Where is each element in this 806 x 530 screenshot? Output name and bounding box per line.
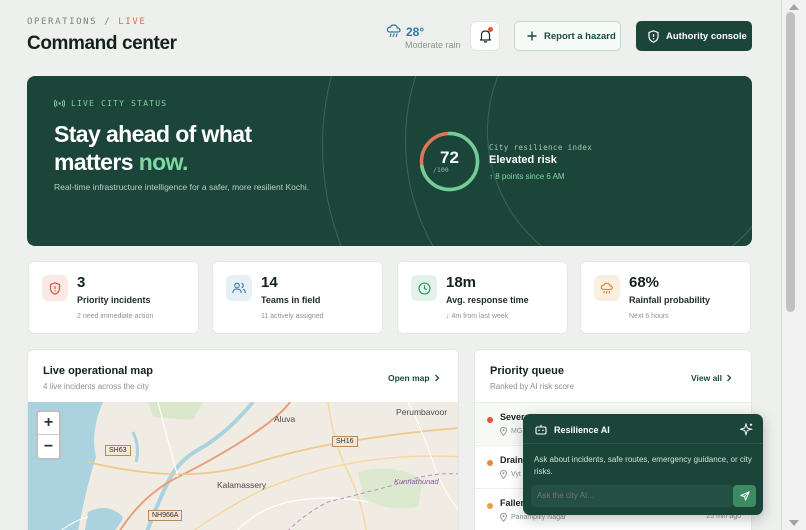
map-pin-icon	[500, 513, 507, 522]
queue-item-location: MG	[500, 427, 522, 436]
notification-badge	[488, 27, 493, 32]
scrollbar-thumb[interactable]	[786, 12, 795, 312]
rain-cloud-icon	[594, 275, 620, 301]
resilience-score: 72	[440, 148, 459, 167]
stat-label: Priority incidents	[77, 295, 151, 305]
ai-send-button[interactable]	[733, 485, 756, 507]
breadcrumb: OPERATIONS / LIVE	[27, 17, 146, 27]
authority-console-label: Authority console	[666, 30, 747, 42]
severity-dot	[487, 460, 493, 466]
queue-subtitle: Ranked by AI risk score	[490, 382, 575, 391]
resilience-score-max: /100	[433, 166, 449, 174]
authority-console-button[interactable]: Authority console	[636, 21, 752, 51]
stat-value: 3	[77, 274, 86, 291]
hero-headline: Stay ahead of what matters now.	[54, 121, 252, 175]
stat-value: 14	[261, 274, 278, 291]
map-place-label: Kalamassery	[217, 480, 267, 490]
stat-value: 68%	[629, 274, 660, 291]
hero-status-card: LIVE CITY STATUS Stay ahead of what matt…	[27, 76, 752, 246]
map-road-shield: SH16	[332, 436, 358, 447]
users-icon	[226, 275, 252, 301]
stat-label: Avg. response time	[446, 295, 529, 305]
shield-alert-icon	[42, 275, 68, 301]
stat-card-rainfall: 68% Rainfall probability Next 6 hours	[580, 261, 751, 334]
chevron-right-icon	[434, 374, 439, 382]
live-status-label: LIVE CITY STATUS	[54, 99, 167, 108]
stat-subtext: 2 need immediate action	[77, 313, 154, 320]
weather-temperature: 28°	[406, 25, 425, 39]
breadcrumb-live: LIVE	[118, 17, 147, 27]
zoom-out-button[interactable]: −	[38, 435, 59, 458]
hero-subtitle: Real-time infrastructure intelligence fo…	[54, 182, 310, 192]
weather-description: Moderate rain	[405, 40, 461, 50]
open-map-link[interactable]: Open map	[388, 373, 440, 383]
map-subtitle: 4 live incidents across the city	[43, 382, 149, 391]
queue-item-location: Vyt	[500, 470, 521, 479]
ai-popup-header: Resilience AI	[523, 414, 763, 444]
page-title: Command center	[27, 33, 177, 54]
stat-card-teams: 14 Teams in field 11 actively assigned	[212, 261, 383, 334]
severity-dot	[487, 503, 493, 509]
scroll-down-arrow[interactable]	[789, 520, 799, 526]
report-hazard-button[interactable]: Report a hazard	[514, 21, 621, 51]
stat-card-response: 18m Avg. response time ↓ 4m from last we…	[397, 261, 568, 334]
map-place-label: Kunnathunad	[394, 477, 439, 486]
risk-level: Elevated risk	[489, 154, 557, 166]
stat-value: 18m	[446, 274, 477, 291]
map-zoom-control: + −	[36, 410, 61, 460]
operational-map-panel: Live operational map 4 live incidents ac…	[27, 349, 459, 530]
map-place-label: Perumbavoor	[396, 407, 448, 417]
ai-title: Resilience AI	[554, 425, 610, 435]
page-scrollbar[interactable]	[781, 0, 806, 530]
ai-description: Ask about incidents, safe routes, emerge…	[534, 455, 752, 476]
sparkle-icon[interactable]	[740, 423, 753, 436]
stat-subtext: 11 actively assigned	[261, 313, 324, 320]
rain-cloud-icon	[386, 24, 401, 38]
notifications-button[interactable]	[470, 21, 500, 51]
stat-subtext: ↓ 4m from last week	[446, 313, 509, 320]
queue-title: Priority queue	[490, 365, 564, 377]
map-pin-icon	[500, 427, 507, 436]
view-all-link[interactable]: View all	[691, 373, 732, 383]
chevron-right-icon	[727, 374, 732, 382]
shield-icon	[648, 29, 659, 43]
hero-headline-accent: now.	[138, 149, 189, 175]
send-icon	[739, 491, 750, 501]
scroll-up-arrow[interactable]	[789, 4, 799, 10]
stat-label: Rainfall probability	[629, 295, 711, 305]
map-canvas[interactable]	[28, 402, 459, 530]
breadcrumb-section: OPERATIONS	[27, 17, 98, 27]
stat-card-incidents: 3 Priority incidents 2 need immediate ac…	[28, 261, 199, 334]
broadcast-icon	[54, 99, 65, 108]
ai-chat-input[interactable]	[531, 485, 733, 507]
stat-label: Teams in field	[261, 295, 321, 305]
risk-delta: ↑ 8 points since 6 AM	[489, 172, 565, 181]
report-hazard-label: Report a hazard	[544, 30, 616, 42]
plus-icon	[527, 31, 537, 41]
stat-subtext: Next 6 hours	[629, 313, 669, 320]
map-road-shield: SH63	[105, 445, 131, 456]
clock-icon	[411, 275, 437, 301]
robot-icon	[535, 424, 547, 435]
severity-dot	[487, 417, 493, 423]
resilience-index-label: City resilience index	[489, 143, 593, 152]
breadcrumb-separator: /	[104, 17, 112, 27]
resilience-ai-popup: Resilience AI Ask about incidents, safe …	[523, 414, 763, 515]
map-pin-icon	[500, 470, 507, 479]
map-road-shield: NH966A	[148, 510, 183, 521]
zoom-in-button[interactable]: +	[38, 412, 59, 435]
map-title: Live operational map	[43, 365, 154, 377]
map-place-label: Aluva	[274, 414, 296, 424]
